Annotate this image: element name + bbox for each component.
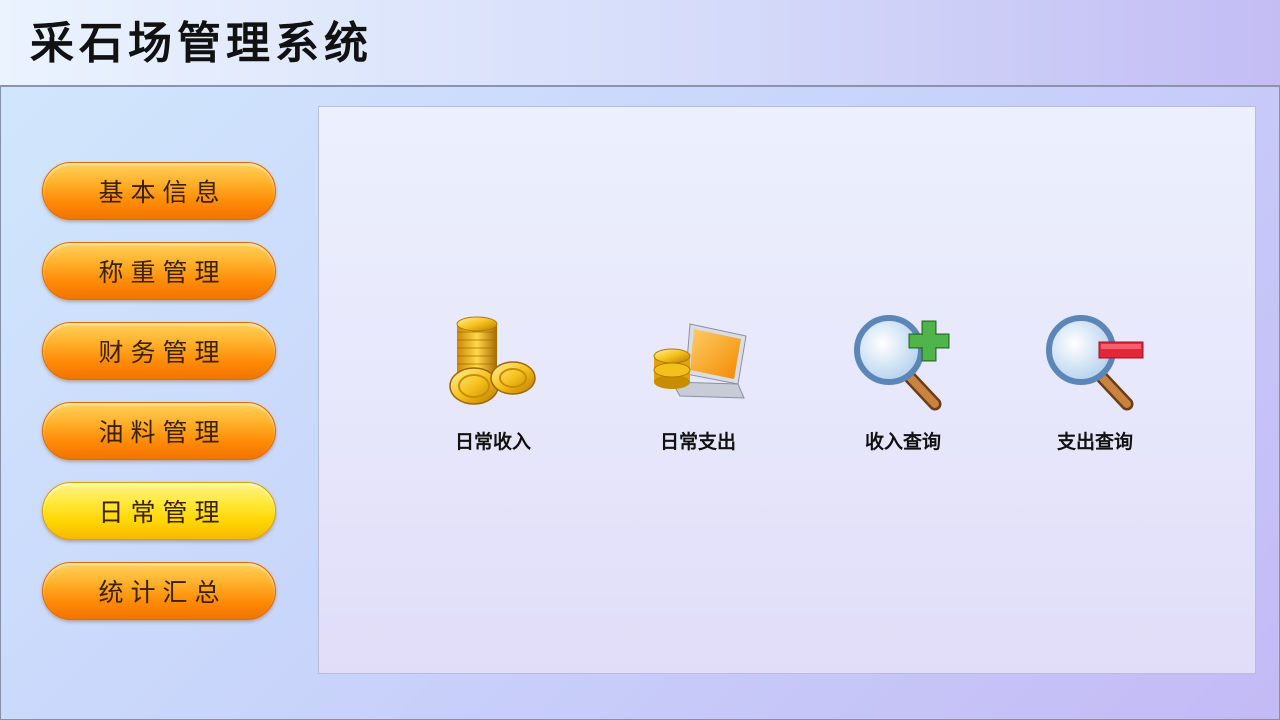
sidebar-item-label: 称重管理 [98,258,227,287]
laptop-coins-icon [653,323,747,399]
app-title: 采石场管理系统 [30,18,373,69]
gold-coins-icon [449,316,536,405]
daily-expense-tile[interactable]: 日常支出 [623,312,773,462]
sidebar-item-fuel[interactable]: 油料管理 [42,402,276,460]
sidebar-item-label: 日常管理 [98,498,227,527]
title-bar: 采石场管理系统 [0,0,1280,87]
sidebar-item-statistics[interactable]: 统计汇总 [42,562,276,620]
sidebar-item-daily[interactable]: 日常管理 [42,482,276,540]
tile-label: 支出查询 [1056,431,1133,453]
sidebar-item-label: 财务管理 [98,338,227,367]
sidebar-item-label: 油料管理 [98,418,227,447]
magnifier-plus-icon [854,315,950,411]
tile-label: 收入查询 [864,431,941,453]
magnifier-minus-icon [1046,315,1144,411]
expense-query-tile[interactable]: 支出查询 [1020,312,1170,462]
sidebar-item-label: 基本信息 [98,178,227,207]
sidebar-item-weighing[interactable]: 称重管理 [42,242,276,300]
income-query-tile[interactable]: 收入查询 [828,312,978,462]
tile-label: 日常收入 [454,431,531,453]
main-content-panel: 日常收入 日常支出 收入查询 支出查询 [318,106,1256,674]
tile-label: 日常支出 [659,431,736,453]
daily-income-tile[interactable]: 日常收入 [418,312,568,462]
sidebar-item-label: 统计汇总 [98,578,227,607]
sidebar-menu: 基本信息 称重管理 财务管理 油料管理 日常管理 统计汇总 [0,88,318,720]
sidebar-item-finance[interactable]: 财务管理 [42,322,276,380]
sidebar-item-basic-info[interactable]: 基本信息 [42,162,276,220]
